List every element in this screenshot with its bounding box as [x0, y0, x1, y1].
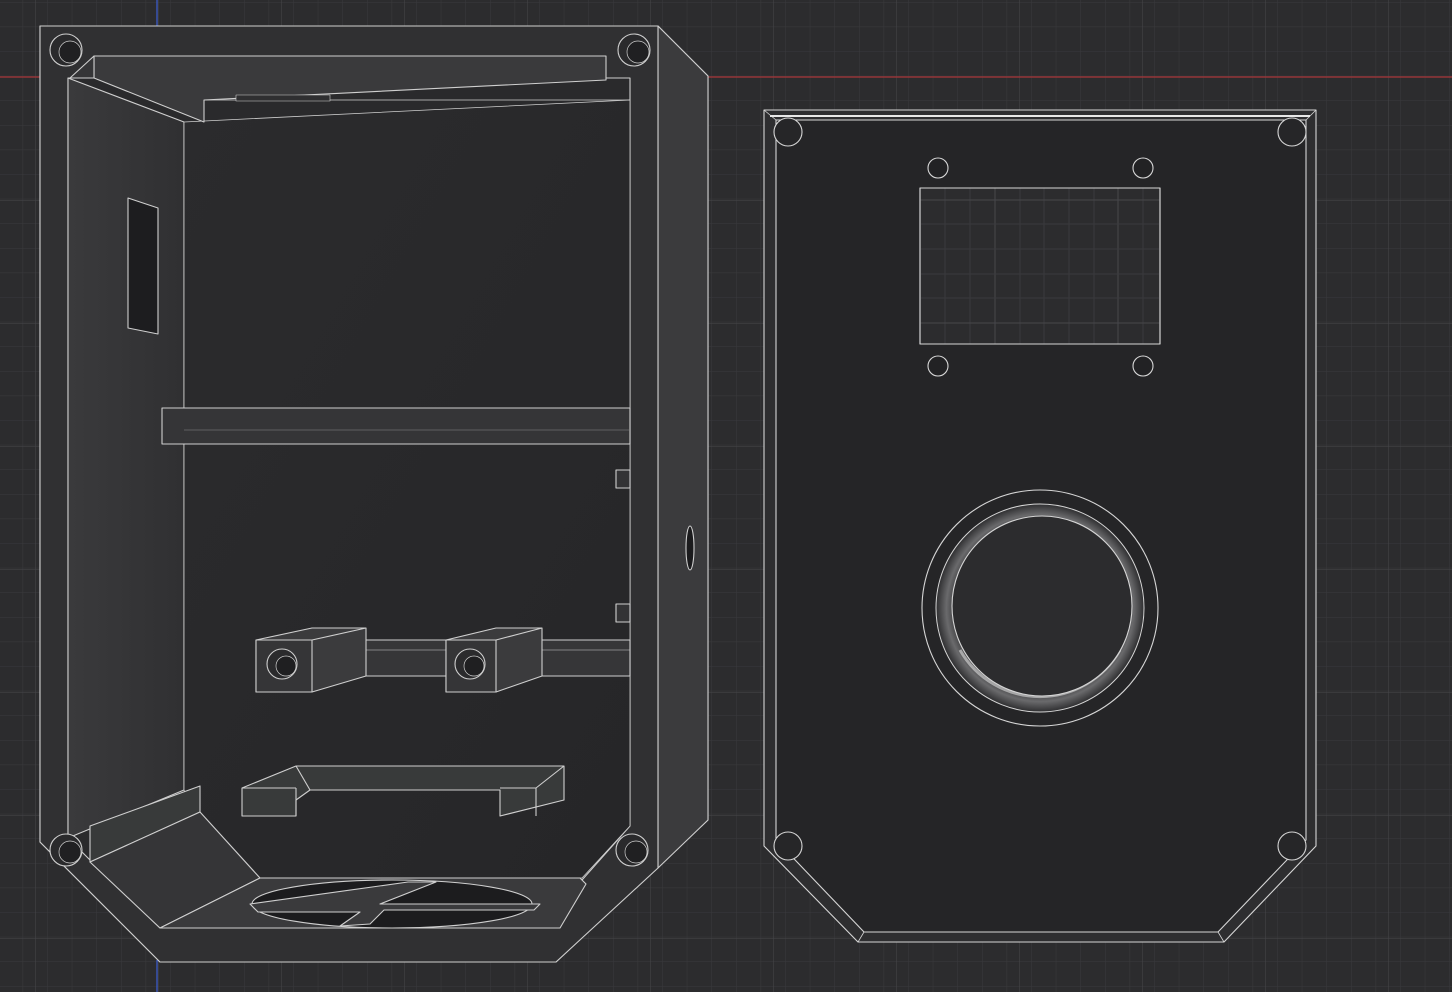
enclosure-lid-model[interactable]: [763, 109, 1317, 943]
wall-tab-lower: [615, 603, 631, 623]
knob-opening: [921, 489, 1159, 727]
display-window: [919, 187, 1161, 345]
lid-screw-br: [1277, 831, 1307, 861]
wall-tab-upper: [615, 469, 631, 489]
base-top-clip: [235, 94, 331, 102]
side-port-slot: [127, 197, 159, 335]
lid-screw-bl: [773, 831, 803, 861]
enclosure-base-model[interactable]: [39, 25, 709, 963]
horizontal-rib: [161, 407, 631, 445]
viewport-canvas[interactable]: [0, 0, 1452, 992]
side-wall-hole: [685, 525, 695, 571]
base-left-inner-wall: [67, 77, 185, 839]
base-floor: [183, 99, 631, 879]
cad-viewport[interactable]: [0, 0, 1452, 992]
lid-screw-tr: [1277, 117, 1307, 147]
base-right-wall-face: [657, 25, 709, 869]
lid-screw-tl: [773, 117, 803, 147]
